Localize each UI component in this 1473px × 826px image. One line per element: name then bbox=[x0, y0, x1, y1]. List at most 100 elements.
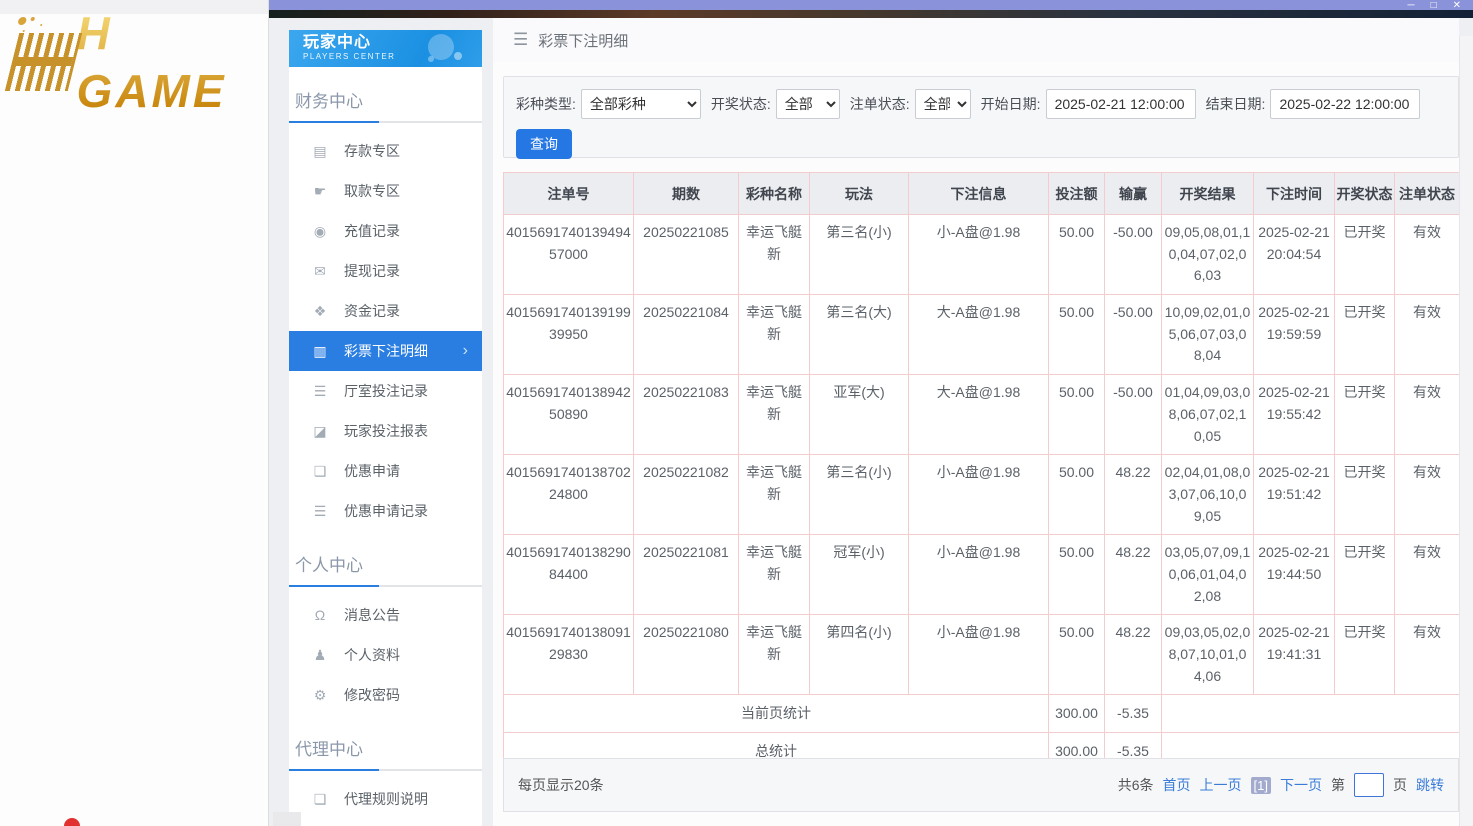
gamepad-decor-dot bbox=[454, 52, 462, 60]
table-cell: 2025-02-21 19:44:50 bbox=[1253, 534, 1335, 616]
player-center-window: ─ □ ✕ 玩家中心 PLAYERS CENTER 财务中心 ▤ 存款专区 ☛ 取款专区… bbox=[268, 0, 1473, 826]
sidebar-title: 玩家中心 bbox=[303, 34, 372, 51]
page-size-label: 每页显示20条 bbox=[518, 777, 604, 793]
sidebar-section-title: 个人中心 bbox=[295, 556, 363, 575]
table-cell: 50.00 bbox=[1048, 213, 1105, 296]
sidebar-item-label: 充值记录 bbox=[344, 223, 400, 239]
table-cell: 已开奖 bbox=[1334, 614, 1395, 696]
start-date-input[interactable] bbox=[1045, 89, 1196, 119]
sidebar-sections: 财务中心 ▤ 存款专区 ☛ 取款专区 ◉ 充值记录 ✉ 提现记录 ❖ 资金记录 ▥ 彩票下注明细 › ☰ 厅室… bbox=[289, 67, 482, 826]
draw-status-select[interactable]: 全部 bbox=[775, 89, 840, 119]
prev-page-link[interactable]: 上一页 bbox=[1200, 775, 1242, 795]
page-jump-input[interactable] bbox=[1354, 773, 1384, 797]
table-row: 401569174013809129830 20250221080 幸运飞艇新 第四名… bbox=[503, 614, 1460, 696]
first-page-link[interactable]: 首页 bbox=[1163, 775, 1191, 795]
table-cell: 有效 bbox=[1394, 454, 1460, 536]
table-cell: 幸运飞艇新 bbox=[738, 213, 810, 296]
sidebar-item-player-bet-report[interactable]: ◪ 玩家投注报表 bbox=[289, 411, 482, 451]
table-cell: 已开奖 bbox=[1334, 374, 1395, 456]
sidebar-item-label: 玩家投注报表 bbox=[344, 423, 428, 439]
column-header: 下注信息 bbox=[908, 172, 1049, 215]
table-cell: 亚军(大) bbox=[809, 374, 909, 456]
table-cell: 已开奖 bbox=[1334, 294, 1395, 376]
table-cell: 2025-02-21 19:51:42 bbox=[1253, 454, 1335, 536]
agent-rules-icon: ❏ bbox=[313, 790, 327, 807]
table-cell: 第三名(大) bbox=[809, 294, 909, 376]
sidebar-item-recharge-record[interactable]: ◉ 充值记录 bbox=[289, 211, 482, 251]
table-cell: 有效 bbox=[1394, 534, 1460, 616]
menu-hamburger-icon[interactable]: ☰ bbox=[513, 30, 528, 50]
draw-status-label: 开奖状态: bbox=[710, 96, 771, 112]
sidebar-section-title: 财务中心 bbox=[295, 92, 363, 111]
table-cell: -50.00 bbox=[1104, 374, 1162, 456]
lottery-type-select[interactable]: 全部彩种 bbox=[580, 89, 701, 119]
profile-icon: ♟ bbox=[313, 646, 327, 663]
withdraw-icon: ☛ bbox=[313, 182, 327, 199]
sidebar-item-agent-team-stats[interactable]: ◫代理团队统计 bbox=[289, 819, 482, 826]
sidebar-item-announcement-bell[interactable]: Ω 消息公告 bbox=[289, 595, 482, 635]
table-cell: 幸运飞艇新 bbox=[738, 454, 810, 536]
hh-game-logo[interactable]: H GAME bbox=[4, 7, 268, 117]
table-cell: 401569174013894250890 bbox=[503, 374, 634, 456]
table-cell: 20250221084 bbox=[633, 294, 739, 376]
next-page-link[interactable]: 下一页 bbox=[1280, 775, 1322, 795]
sidebar-item-change-password-gear[interactable]: ⚙ 修改密码 bbox=[289, 675, 482, 715]
sidebar-item-withdrawal-record[interactable]: ✉ 提现记录 bbox=[289, 251, 482, 291]
table-row: 401569174013949457000 20250221085 幸运飞艇新 第三名… bbox=[503, 213, 1460, 296]
table-cell: 冠军(小) bbox=[809, 534, 909, 616]
sidebar-item-list: Ω 消息公告 ♟ 个人资料 ⚙ 修改密码 bbox=[289, 587, 482, 715]
table-cell: 已开奖 bbox=[1334, 454, 1395, 536]
table-cell: 有效 bbox=[1394, 374, 1460, 456]
scrollbar-corner bbox=[273, 812, 301, 826]
summary-bet-total: 300.00 bbox=[1048, 694, 1105, 734]
bet-status-select[interactable]: 全部 bbox=[914, 89, 971, 119]
lottery-bet-details-icon: ▥ bbox=[313, 342, 327, 359]
maximize-icon[interactable]: □ bbox=[1431, 0, 1437, 10]
sidebar-item-lottery-bet-details[interactable]: ▥ 彩票下注明细 › bbox=[289, 331, 482, 371]
sidebar-item-withdraw[interactable]: ☛ 取款专区 bbox=[289, 171, 482, 211]
jump-button[interactable]: 跳转 bbox=[1416, 775, 1444, 795]
window-scrollbar[interactable] bbox=[1459, 36, 1473, 826]
chevron-right-icon: › bbox=[462, 342, 468, 359]
sidebar-item-deposit[interactable]: ▤ 存款专区 bbox=[289, 131, 482, 171]
page-title: 彩票下注明细 bbox=[538, 32, 629, 50]
sidebar-section: 个人中心 Ω 消息公告 ♟ 个人资料 ⚙ 修改密码 bbox=[289, 531, 482, 715]
table-cell: 401569174013829084400 bbox=[503, 534, 634, 616]
sidebar-item-promo-apply[interactable]: ❑ 优惠申请 bbox=[289, 451, 482, 491]
query-button[interactable]: 查询 bbox=[516, 129, 572, 159]
table-cell: 20250221080 bbox=[633, 614, 739, 696]
sidebar: 玩家中心 PLAYERS CENTER 财务中心 ▤ 存款专区 ☛ 取款专区 ◉ 充值记录 ✉… bbox=[289, 30, 482, 826]
end-date-input[interactable] bbox=[1270, 89, 1421, 119]
total-count-label: 共6条 bbox=[1117, 777, 1154, 793]
column-header: 期数 bbox=[633, 172, 739, 215]
pagination-bar: 每页显示20条 共6条 首页 上一页 [1] 下一页 第 页 跳转 bbox=[503, 758, 1459, 812]
column-header: 投注额 bbox=[1048, 172, 1105, 215]
sidebar-item-agent-rules[interactable]: ❏ 代理规则说明 bbox=[289, 779, 482, 819]
sidebar-item-label: 个人资料 bbox=[344, 647, 400, 663]
bet-details-table: 注单号 期数 彩种名称 玩法 下注信息 投注额 输赢 开奖结果 下注时间 开奖状态 注单状态 401… bbox=[503, 172, 1460, 772]
close-icon[interactable]: ✕ bbox=[1453, 0, 1461, 10]
table-cell: 2025-02-21 20:04:54 bbox=[1253, 213, 1335, 296]
funds-record-icon: ❖ bbox=[313, 302, 327, 319]
minimize-icon[interactable]: ─ bbox=[1407, 0, 1414, 10]
table-cell: 已开奖 bbox=[1334, 213, 1395, 296]
sidebar-header: 玩家中心 PLAYERS CENTER bbox=[289, 30, 482, 67]
table-cell: 50.00 bbox=[1048, 294, 1105, 376]
table-cell: 50.00 bbox=[1048, 374, 1105, 456]
table-row: 401569174013870224800 20250221082 幸运飞艇新 第三名… bbox=[503, 454, 1460, 536]
column-header: 注单号 bbox=[503, 172, 634, 215]
logo-monogram bbox=[4, 33, 82, 91]
table-cell: 小-A盘@1.98 bbox=[908, 213, 1049, 296]
table-cell: 第四名(小) bbox=[809, 614, 909, 696]
table-cell: 有效 bbox=[1394, 213, 1460, 296]
promo-apply-icon: ❑ bbox=[313, 462, 327, 479]
sidebar-item-promo-apply-record[interactable]: ☰ 优惠申请记录 bbox=[289, 491, 482, 531]
sidebar-item-list: ▤ 存款专区 ☛ 取款专区 ◉ 充值记录 ✉ 提现记录 ❖ 资金记录 ▥ 彩票下注明细 › ☰ 厅室投注记录… bbox=[289, 123, 482, 531]
sidebar-item-funds-record[interactable]: ❖ 资金记录 bbox=[289, 291, 482, 331]
table-cell: 大-A盘@1.98 bbox=[908, 294, 1049, 376]
summary-empty-cell bbox=[1161, 694, 1460, 734]
table-cell: 03,05,07,09,10,06,01,04,02,08 bbox=[1161, 534, 1254, 616]
table-cell: 有效 bbox=[1394, 614, 1460, 696]
sidebar-item-hall-bet-record[interactable]: ☰ 厅室投注记录 bbox=[289, 371, 482, 411]
sidebar-item-profile[interactable]: ♟ 个人资料 bbox=[289, 635, 482, 675]
